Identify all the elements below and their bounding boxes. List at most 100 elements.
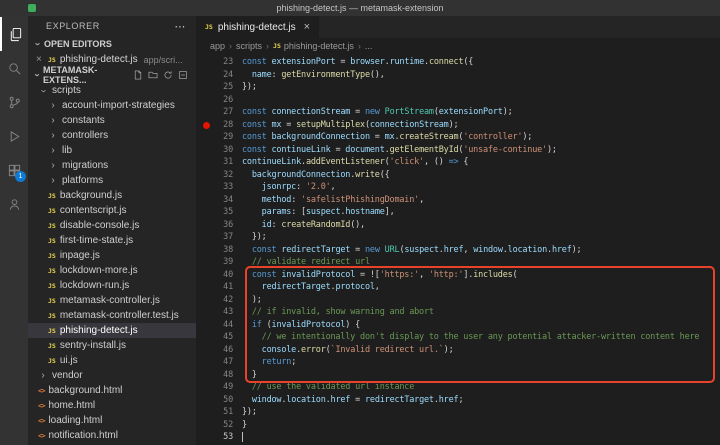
code-line-32[interactable]: 32 backgroundConnection.write({ <box>196 169 720 182</box>
code-line-39[interactable]: 39 // validate redirect url <box>196 256 720 269</box>
accounts-icon[interactable] <box>0 187 28 221</box>
line-number[interactable]: 23 <box>196 56 242 69</box>
tree-item-phishing-detect.js[interactable]: JSphishing-detect.js <box>28 323 196 338</box>
breadcrumb-item[interactable]: app <box>210 41 225 51</box>
line-number[interactable]: 24 <box>196 69 242 82</box>
tree-item-migrations[interactable]: ›migrations <box>28 158 196 173</box>
tree-item-platforms[interactable]: ›platforms <box>28 173 196 188</box>
line-number[interactable]: 28 <box>196 119 242 132</box>
code-line-26[interactable]: 26 <box>196 94 720 107</box>
breadcrumb-item[interactable]: ... <box>365 41 373 51</box>
code-line-45[interactable]: 45 // we intentionally don't display to … <box>196 331 720 344</box>
code-line-43[interactable]: 43 // if invalid, show warning and abort <box>196 306 720 319</box>
close-icon[interactable]: × <box>36 54 44 65</box>
tree-item-scripts[interactable]: ›scripts <box>28 83 196 98</box>
open-editors-section[interactable]: › OPEN EDITORS <box>28 36 196 52</box>
line-number[interactable]: 49 <box>196 381 242 394</box>
close-tab-icon[interactable]: × <box>304 21 310 33</box>
tree-item-ui.js[interactable]: JSui.js <box>28 353 196 368</box>
breadcrumb-item[interactable]: JSphishing-detect.js <box>273 41 354 51</box>
collapse-all-icon[interactable] <box>178 70 188 80</box>
tree-item-lockdown-more.js[interactable]: JSlockdown-more.js <box>28 263 196 278</box>
tree-item-home.html[interactable]: <>home.html <box>28 398 196 413</box>
code-line-36[interactable]: 36 id: createRandomId(), <box>196 219 720 232</box>
line-number[interactable]: 25 <box>196 81 242 94</box>
line-number[interactable]: 45 <box>196 331 242 344</box>
tree-item-notification.html[interactable]: <>notification.html <box>28 428 196 443</box>
line-number[interactable]: 34 <box>196 194 242 207</box>
code-line-30[interactable]: 30const continueLink = document.getEleme… <box>196 144 720 157</box>
line-number[interactable]: 48 <box>196 369 242 382</box>
code-line-40[interactable]: 40 const invalidProtocol = !['https:', '… <box>196 269 720 282</box>
breakpoint-icon[interactable] <box>203 122 210 129</box>
line-number[interactable]: 31 <box>196 156 242 169</box>
code-line-52[interactable]: 52} <box>196 419 720 432</box>
line-number[interactable]: 37 <box>196 231 242 244</box>
line-number[interactable]: 26 <box>196 94 242 107</box>
code-line-41[interactable]: 41 redirectTarget.protocol, <box>196 281 720 294</box>
refresh-icon[interactable] <box>163 70 173 80</box>
tree-item-constants[interactable]: ›constants <box>28 113 196 128</box>
code-line-37[interactable]: 37 }); <box>196 231 720 244</box>
code-line-48[interactable]: 48 } <box>196 369 720 382</box>
line-number[interactable]: 44 <box>196 319 242 332</box>
new-file-icon[interactable] <box>133 70 143 80</box>
breadcrumb-item[interactable]: scripts <box>236 41 262 51</box>
line-number[interactable]: 47 <box>196 356 242 369</box>
code-line-33[interactable]: 33 jsonrpc: '2.0', <box>196 181 720 194</box>
code-line-53[interactable]: 53 <box>196 431 720 444</box>
source-control-icon[interactable] <box>0 85 28 119</box>
tree-item-inpage.js[interactable]: JSinpage.js <box>28 248 196 263</box>
line-number[interactable]: 51 <box>196 406 242 419</box>
tree-item-disable-console.js[interactable]: JSdisable-console.js <box>28 218 196 233</box>
line-number[interactable]: 41 <box>196 281 242 294</box>
code-line-29[interactable]: 29const backgroundConnection = mx.create… <box>196 131 720 144</box>
line-number[interactable]: 40 <box>196 269 242 282</box>
tab-phishing-detect[interactable]: JS phishing-detect.js × <box>196 16 320 38</box>
tree-item-contentscript.js[interactable]: JScontentscript.js <box>28 203 196 218</box>
code-line-23[interactable]: 23const extensionPort = browser.runtime.… <box>196 56 720 69</box>
code-line-42[interactable]: 42 ); <box>196 294 720 307</box>
search-icon[interactable] <box>0 51 28 85</box>
line-number[interactable]: 27 <box>196 106 242 119</box>
new-folder-icon[interactable] <box>148 70 158 80</box>
tree-item-metamask-controller.js[interactable]: JSmetamask-controller.js <box>28 293 196 308</box>
line-number[interactable]: 42 <box>196 294 242 307</box>
explorer-icon[interactable] <box>0 17 28 51</box>
line-number[interactable]: 29 <box>196 131 242 144</box>
tree-item-controllers[interactable]: ›controllers <box>28 128 196 143</box>
debug-icon[interactable] <box>0 119 28 153</box>
code-line-28[interactable]: 28const mx = setupMultiplex(connectionSt… <box>196 119 720 132</box>
tree-item-loading.html[interactable]: <>loading.html <box>28 413 196 428</box>
code-line-31[interactable]: 31continueLink.addEventListener('click',… <box>196 156 720 169</box>
line-number[interactable]: 30 <box>196 144 242 157</box>
code-line-34[interactable]: 34 method: 'safelistPhishingDomain', <box>196 194 720 207</box>
line-number[interactable]: 52 <box>196 419 242 432</box>
code-line-51[interactable]: 51}); <box>196 406 720 419</box>
more-actions-icon[interactable]: ⋯ <box>174 20 186 33</box>
tree-item-lib[interactable]: ›lib <box>28 143 196 158</box>
code-line-47[interactable]: 47 return; <box>196 356 720 369</box>
code-line-35[interactable]: 35 params: [suspect.hostname], <box>196 206 720 219</box>
line-number[interactable]: 38 <box>196 244 242 257</box>
tree-item-sentry-install.js[interactable]: JSsentry-install.js <box>28 338 196 353</box>
tree-item-first-time-state.js[interactable]: JSfirst-time-state.js <box>28 233 196 248</box>
tree-item-background.html[interactable]: <>background.html <box>28 383 196 398</box>
code-line-49[interactable]: 49 // use the validated url instance <box>196 381 720 394</box>
code-line-27[interactable]: 27const connectionStream = new PortStrea… <box>196 106 720 119</box>
tree-item-metamask-controller.test.js[interactable]: JSmetamask-controller.test.js <box>28 308 196 323</box>
tree-item-account-import-strategies[interactable]: ›account-import-strategies <box>28 98 196 113</box>
line-number[interactable]: 35 <box>196 206 242 219</box>
line-number[interactable]: 43 <box>196 306 242 319</box>
line-number[interactable]: 53 <box>196 431 242 444</box>
code-line-38[interactable]: 38 const redirectTarget = new URL(suspec… <box>196 244 720 257</box>
code-line-46[interactable]: 46 console.error(`Invalid redirect url.`… <box>196 344 720 357</box>
code-line-44[interactable]: 44 if (invalidProtocol) { <box>196 319 720 332</box>
code-line-24[interactable]: 24 name: getEnvironmentType(), <box>196 69 720 82</box>
tree-item-lockdown-run.js[interactable]: JSlockdown-run.js <box>28 278 196 293</box>
line-number[interactable]: 32 <box>196 169 242 182</box>
line-number[interactable]: 33 <box>196 181 242 194</box>
code-line-25[interactable]: 25}); <box>196 81 720 94</box>
line-number[interactable]: 39 <box>196 256 242 269</box>
tree-item-background.js[interactable]: JSbackground.js <box>28 188 196 203</box>
